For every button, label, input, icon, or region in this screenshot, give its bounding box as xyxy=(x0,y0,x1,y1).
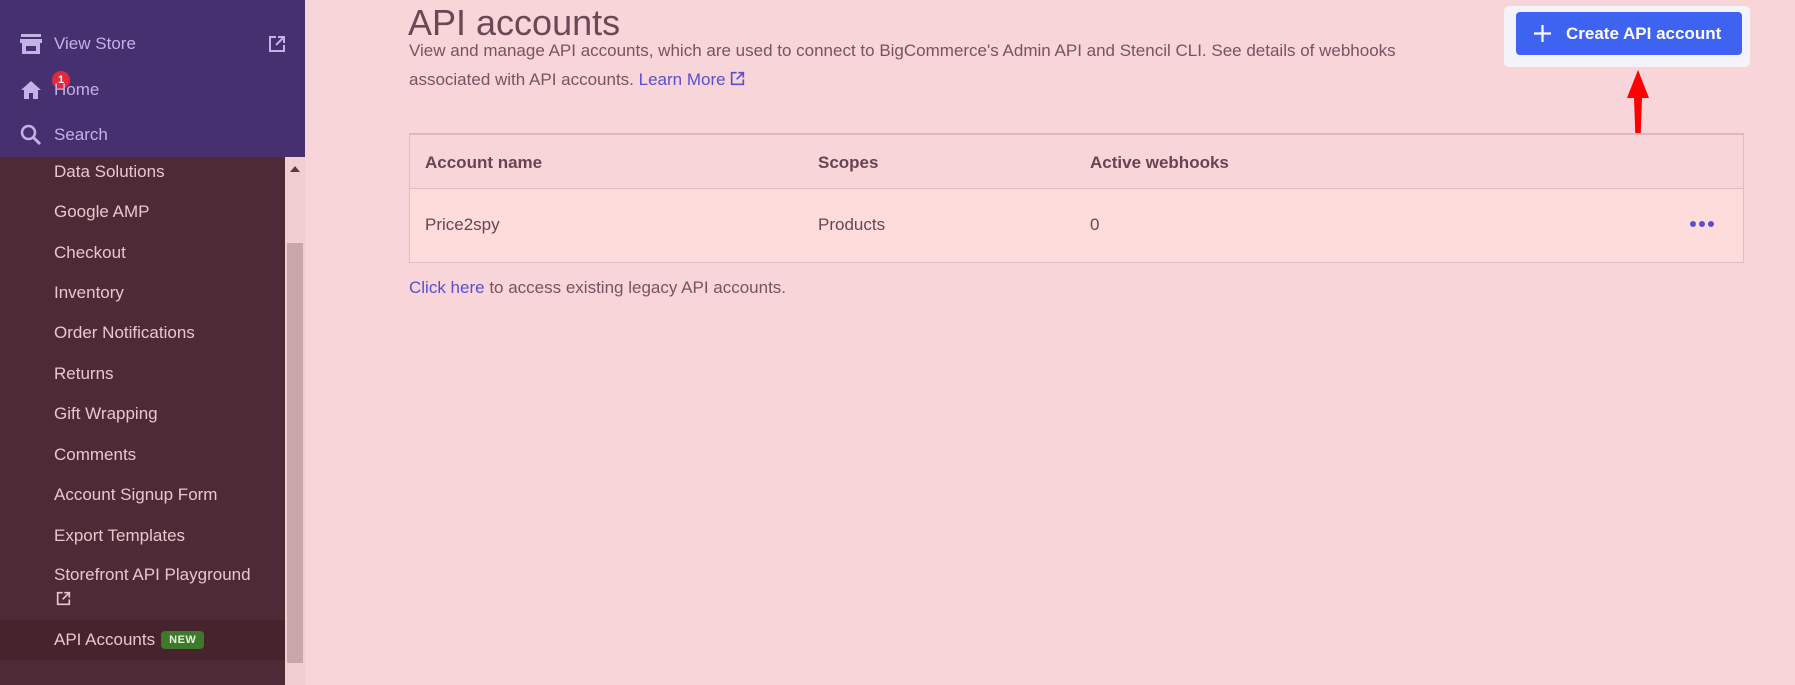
sidebar-item-label: Gift Wrapping xyxy=(54,404,158,423)
sidebar-item-export-templates[interactable]: Export Templates xyxy=(0,516,285,556)
new-badge: NEW xyxy=(161,631,205,649)
sidebar-item-label: Search xyxy=(54,125,108,144)
search-icon xyxy=(19,123,43,147)
sidebar-item-label: View Store xyxy=(54,34,136,53)
column-header-account-name[interactable]: Account name xyxy=(425,153,542,173)
sidebar-item-order-notifications[interactable]: Order Notifications xyxy=(0,313,285,353)
sidebar-item-storefront-api-playground[interactable]: Storefront API Playground xyxy=(0,556,285,612)
sidebar-item-google-amp[interactable]: Google AMP xyxy=(0,192,285,232)
sidebar-item-label: Google AMP xyxy=(54,202,150,221)
sidebar-item-label: Home xyxy=(54,80,100,99)
scroll-up-arrow-icon[interactable] xyxy=(290,166,300,172)
table-row: Price2spy Products 0 xyxy=(410,189,1743,262)
description-text: View and manage API accounts, which are … xyxy=(409,41,1396,89)
sidebar-scrollbar[interactable] xyxy=(285,157,305,685)
page-description: View and manage API accounts, which are … xyxy=(409,36,1469,94)
legacy-accounts-note: Click here to access existing legacy API… xyxy=(409,278,786,298)
sidebar-item-label: Data Solutions xyxy=(54,162,165,181)
legacy-accounts-link[interactable]: Click here xyxy=(409,278,485,297)
sidebar-item-account-signup-form[interactable]: Account Signup Form xyxy=(0,475,285,515)
webhooks-cell: 0 xyxy=(1090,215,1100,234)
create-button-highlight: Create API account xyxy=(1504,6,1750,67)
sidebar-item-comments[interactable]: Comments xyxy=(0,435,285,475)
sidebar-item-label: Account Signup Form xyxy=(54,485,218,504)
sidebar-item-label: Storefront API Playground xyxy=(54,565,251,584)
api-accounts-table: Account name Scopes Active webhooks Pric… xyxy=(409,133,1744,263)
sidebar-item-inventory[interactable]: Inventory xyxy=(0,273,285,313)
column-header-active-webhooks[interactable]: Active webhooks xyxy=(1090,153,1229,173)
sidebar-item-label: Order Notifications xyxy=(54,323,195,342)
plus-icon xyxy=(1533,24,1552,43)
sidebar-item-label: Export Templates xyxy=(54,526,186,545)
row-actions-more-icon[interactable] xyxy=(1690,217,1714,231)
legacy-text: to access existing legacy API accounts. xyxy=(484,278,787,297)
sidebar-item-label: Returns xyxy=(54,364,114,383)
scrollbar-thumb[interactable] xyxy=(287,243,303,663)
sidebar-item-gift-wrapping[interactable]: Gift Wrapping xyxy=(0,394,285,434)
sidebar-item-label: Comments xyxy=(54,445,137,464)
external-link-icon xyxy=(730,66,745,86)
sidebar-item-data-solutions[interactable]: Data Solutions xyxy=(0,152,285,192)
external-link-icon xyxy=(56,591,71,611)
sidebar-item-label: API Accounts xyxy=(54,630,156,649)
sidebar-item-returns[interactable]: Returns xyxy=(0,354,285,394)
sidebar-item-label: Checkout xyxy=(54,243,126,262)
scopes-cell: Products xyxy=(818,215,886,234)
storefront-icon xyxy=(19,32,43,56)
external-link-icon xyxy=(268,35,286,53)
learn-more-link[interactable]: Learn More xyxy=(639,70,745,89)
sidebar-item-label: Inventory xyxy=(54,283,124,302)
table-header: Account name Scopes Active webhooks xyxy=(410,135,1743,189)
column-header-scopes[interactable]: Scopes xyxy=(818,153,878,173)
sidebar-item-api-accounts[interactable]: API Accounts NEW xyxy=(0,620,285,660)
sidebar-item-home[interactable]: 1 Home xyxy=(0,70,305,110)
sidebar-item-view-store[interactable]: View Store xyxy=(0,24,305,64)
create-api-account-button[interactable]: Create API account xyxy=(1516,12,1742,55)
create-button-label: Create API account xyxy=(1566,23,1722,43)
home-icon: 1 xyxy=(19,71,70,102)
sidebar: View Store 1 Home Search Data Solutions … xyxy=(0,0,305,685)
learn-more-label: Learn More xyxy=(638,70,726,89)
sidebar-top-section: View Store 1 Home Search xyxy=(0,0,305,157)
sidebar-item-search[interactable]: Search xyxy=(0,115,305,155)
account-name-link[interactable]: Price2spy xyxy=(425,215,500,235)
sidebar-item-checkout[interactable]: Checkout xyxy=(0,233,285,273)
